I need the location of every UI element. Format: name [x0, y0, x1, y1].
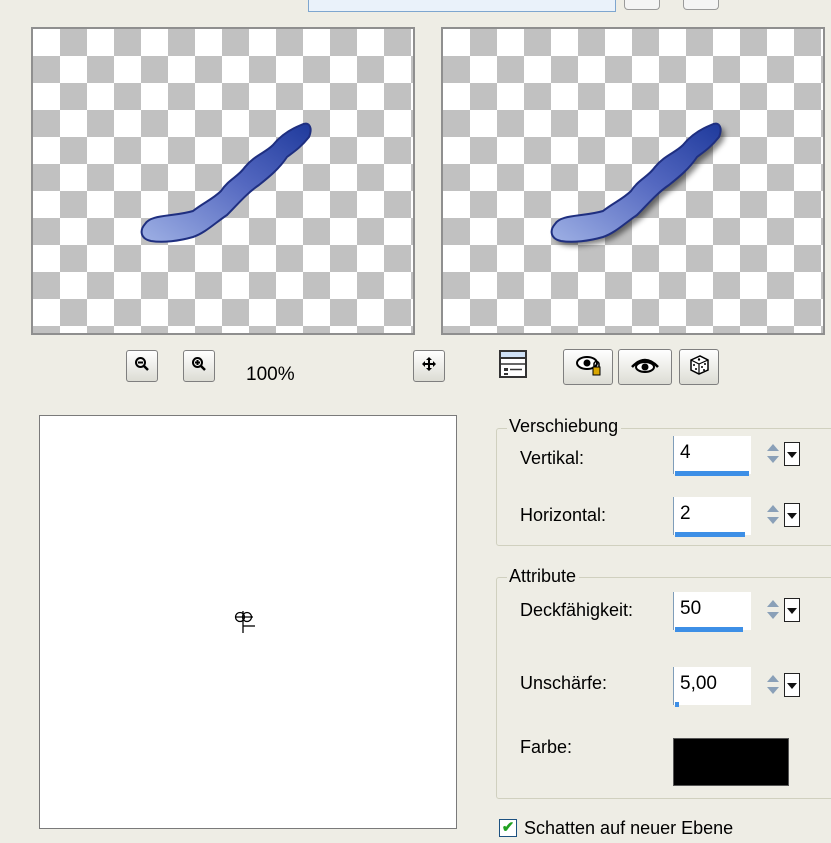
original-stroke-image	[140, 122, 312, 243]
reset-icon	[573, 353, 603, 382]
crosshair-icon	[233, 609, 259, 640]
zoom-out-icon	[134, 356, 150, 377]
shadow-color-swatch[interactable]	[673, 738, 789, 786]
random-button[interactable]	[679, 349, 719, 385]
preset-dropdown[interactable]	[308, 0, 616, 12]
vertical-dropdown-button[interactable]	[784, 442, 800, 466]
opacity-spin-arrows[interactable]	[765, 597, 783, 623]
shadow-new-layer-checkbox[interactable]: ✔	[499, 819, 517, 837]
shadow-direction-panel[interactable]	[39, 415, 457, 829]
result-preview[interactable]	[441, 27, 825, 335]
opacity-dropdown-button[interactable]	[784, 598, 800, 622]
color-label: Farbe:	[520, 737, 573, 757]
shadow-new-layer-label[interactable]: Schatten auf neuer Ebene	[524, 818, 733, 839]
eye-button[interactable]	[618, 349, 672, 385]
top-button-2[interactable]	[683, 0, 719, 10]
blur-label: Unschärfe:	[520, 673, 608, 693]
offset-group-title: Verschiebung	[507, 416, 622, 437]
pan-button[interactable]	[413, 350, 445, 382]
original-preview[interactable]	[31, 27, 415, 335]
vertical-label: Vertikal:	[520, 448, 585, 468]
attributes-group-title: Attribute	[507, 566, 580, 587]
blur-input[interactable]: 5,00	[673, 667, 751, 705]
zoom-level: 100%	[246, 364, 295, 385]
proof-toggle-button[interactable]	[497, 349, 529, 384]
blur-spinner[interactable]: 5,00	[673, 667, 807, 707]
vertical-spinner[interactable]: 4	[673, 436, 807, 476]
eye-icon	[630, 355, 660, 380]
opacity-input[interactable]: 50	[673, 592, 751, 630]
vertical-spin-arrows[interactable]	[765, 441, 783, 467]
horizontal-spinner[interactable]: 2	[673, 497, 807, 537]
blur-dropdown-button[interactable]	[784, 673, 800, 697]
horizontal-input[interactable]: 2	[673, 497, 751, 535]
opacity-spinner[interactable]: 50	[673, 592, 807, 632]
top-button-1[interactable]	[624, 0, 660, 10]
vertical-slider[interactable]	[675, 471, 749, 476]
proof-icon	[498, 349, 528, 384]
result-stroke-image	[550, 122, 725, 246]
opacity-slider[interactable]	[675, 627, 743, 632]
horizontal-slider[interactable]	[675, 532, 745, 537]
zoom-out-button[interactable]	[126, 350, 158, 382]
zoom-in-icon	[191, 356, 207, 377]
horizontal-spin-arrows[interactable]	[765, 502, 783, 528]
opacity-label: Deckfähigkeit:	[520, 600, 634, 620]
horizontal-label: Horizontal:	[520, 505, 607, 525]
dice-icon	[687, 353, 711, 382]
vertical-input[interactable]: 4	[673, 436, 751, 474]
blur-spin-arrows[interactable]	[765, 672, 783, 698]
reset-button[interactable]	[563, 349, 613, 385]
blur-slider[interactable]	[675, 702, 679, 707]
zoom-in-button[interactable]	[183, 350, 215, 382]
horizontal-dropdown-button[interactable]	[784, 503, 800, 527]
move-icon	[421, 356, 437, 377]
